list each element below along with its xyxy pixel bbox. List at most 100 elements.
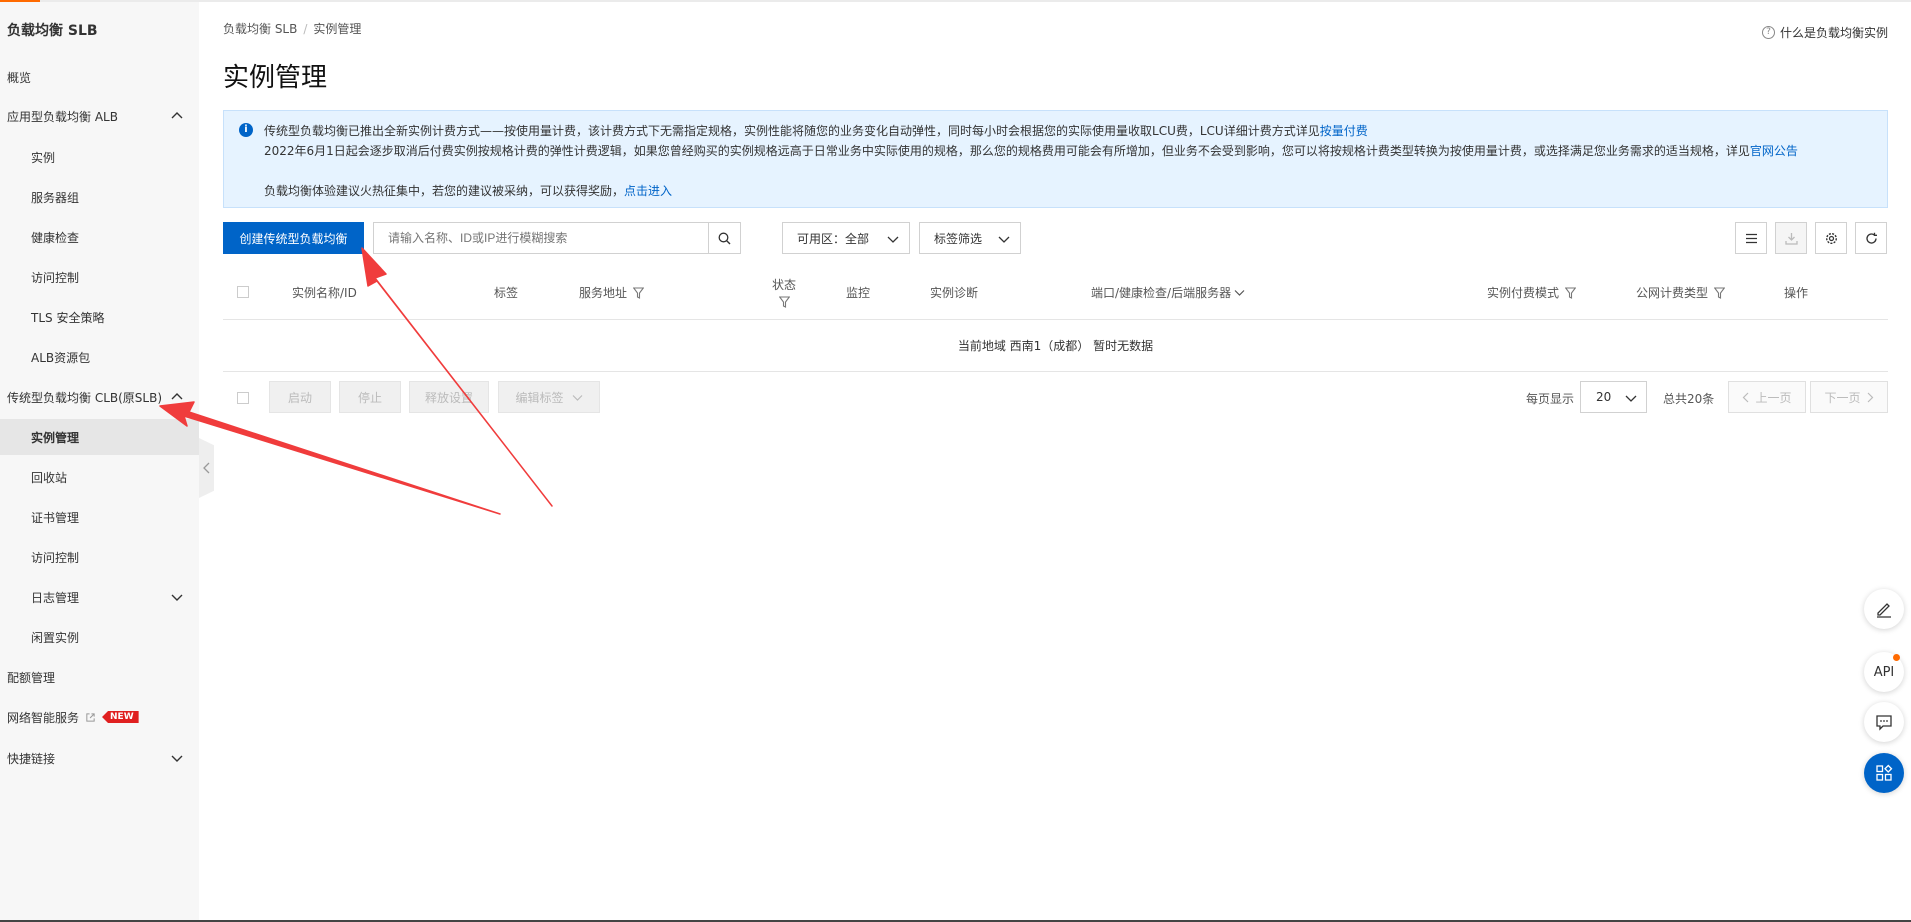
breadcrumb: 负载均衡 SLB / 实例管理 [223, 20, 361, 37]
click-enter-link[interactable]: 点击进入 [624, 184, 672, 198]
list-view-button[interactable] [1735, 222, 1767, 254]
release-settings-button[interactable]: 释放设置 [409, 381, 489, 413]
top-progress-line [0, 0, 1911, 2]
tag-filter-label: 标签筛选 [934, 231, 983, 246]
select-all-checkbox[interactable] [237, 286, 249, 298]
new-badge: NEW [102, 711, 139, 723]
column-actions: 操作 [1784, 284, 1808, 301]
footer-select-all-checkbox[interactable] [237, 392, 249, 404]
chevron-down-icon [572, 394, 582, 401]
breadcrumb-separator: / [303, 22, 308, 36]
chevron-left-icon [203, 462, 210, 474]
refresh-button[interactable] [1855, 222, 1887, 254]
search-box [373, 222, 741, 254]
search-button[interactable] [708, 223, 740, 253]
download-button[interactable] [1775, 222, 1807, 254]
column-label: 实例诊断 [930, 286, 979, 300]
breadcrumb-root[interactable]: 负载均衡 SLB [223, 22, 297, 36]
breadcrumb-current: 实例管理 [313, 22, 362, 36]
pay-as-you-go-link[interactable]: 按量付费 [1320, 124, 1368, 138]
official-announcement-link[interactable]: 官网公告 [1750, 144, 1798, 158]
filter-icon[interactable] [1714, 286, 1726, 299]
create-clb-button[interactable]: 创建传统型负载均衡 [223, 222, 364, 254]
sidebar-item-health-check[interactable]: 健康检查 [0, 219, 199, 255]
sidebar-item-alb-resource-pack[interactable]: ALB资源包 [0, 339, 199, 375]
sidebar-item-label: 日志管理 [31, 590, 80, 605]
sidebar-item-label: 访问控制 [31, 270, 80, 285]
sidebar-item-label: 应用型负载均衡 ALB [7, 109, 118, 124]
table-empty-row: 当前地域 西南1（成都） 暂时无数据 [223, 320, 1888, 372]
help-link-label: 什么是负载均衡实例 [1779, 26, 1888, 40]
sidebar-item-server-groups[interactable]: 服务器组 [0, 179, 199, 215]
tag-filter-select[interactable]: 标签筛选 [919, 222, 1021, 254]
sidebar-item-tls-policy[interactable]: TLS 安全策略 [0, 299, 199, 335]
column-billing-mode: 实例付费模式 [1487, 284, 1577, 301]
sidebar-item-clb-access-control[interactable]: 访问控制 [0, 539, 199, 575]
notification-dot [1893, 654, 1900, 661]
edit-tags-label: 编辑标签 [515, 390, 564, 405]
column-port-health-backend[interactable]: 端口/健康检查/后端服务器 [1091, 284, 1245, 301]
column-diagnosis: 实例诊断 [930, 284, 978, 301]
sidebar-group-alb[interactable]: 应用型负载均衡 ALB [0, 98, 199, 134]
sidebar-collapse-toggle[interactable] [199, 438, 214, 498]
chevron-up-icon [171, 393, 183, 400]
edit-pen-icon [1877, 603, 1891, 618]
sidebar-group-logs[interactable]: 日志管理 [0, 579, 199, 615]
sidebar-group-quick-links[interactable]: 快捷链接 [0, 740, 199, 776]
prev-page-button[interactable]: 上一页 [1728, 381, 1806, 413]
chevron-left-icon [1743, 392, 1749, 402]
sidebar-item-alb-access-control[interactable]: 访问控制 [0, 259, 199, 295]
zone-select[interactable]: 可用区：全部 [782, 222, 910, 254]
sidebar-item-label: 访问控制 [31, 550, 80, 565]
page-title: 实例管理 [223, 63, 328, 93]
table-header: 实例名称/ID 标签 服务地址 状态 监控 实例诊断 端口/健康检查/后端服务器… [223, 264, 1888, 320]
refresh-icon [1865, 232, 1877, 244]
stop-button[interactable]: 停止 [339, 381, 401, 413]
next-page-button[interactable]: 下一页 [1810, 381, 1888, 413]
sidebar-item-label: 快捷链接 [7, 751, 56, 766]
filter-icon[interactable] [1565, 286, 1577, 299]
toolbar: 创建传统型负载均衡 可用区：全部 标签筛选 [223, 222, 1888, 256]
feedback-button[interactable] [1864, 589, 1904, 629]
help-link[interactable]: ? 什么是负载均衡实例 [1761, 24, 1888, 41]
search-icon [718, 232, 731, 244]
sidebar-item-quota[interactable]: 配额管理 [0, 659, 199, 695]
per-page-label: 每页显示 [1526, 392, 1575, 406]
download-icon [1784, 232, 1798, 245]
search-input[interactable] [374, 223, 708, 253]
sidebar-item-network-intelligence[interactable]: 网络智能服务 NEW [0, 699, 199, 735]
edit-tags-button[interactable]: 编辑标签 [498, 381, 600, 413]
settings-button[interactable] [1815, 222, 1847, 254]
sidebar-item-idle-instances[interactable]: 闲置实例 [0, 619, 199, 655]
filter-icon[interactable] [633, 286, 645, 299]
start-button[interactable]: 启动 [269, 381, 331, 413]
notice-text: 2022年6月1日起会逐步取消后付费实例按规格计费的弹性计费逻辑，如果您曾经购买… [264, 144, 1750, 158]
sidebar-item-alb-instances[interactable]: 实例 [0, 139, 199, 175]
filter-icon[interactable] [778, 296, 790, 308]
column-label: 实例付费模式 [1487, 286, 1560, 300]
sidebar-item-instance-management[interactable]: 实例管理 [0, 419, 199, 455]
notice-banner: i 传统型负载均衡已推出全新实例计费方式——按使用量计费，该计费方式下无需指定规… [223, 110, 1888, 208]
sidebar-item-recycle-bin[interactable]: 回收站 [0, 459, 199, 495]
column-tags: 标签 [494, 284, 518, 301]
sidebar-item-label: 服务器组 [31, 190, 80, 205]
next-page-label: 下一页 [1824, 390, 1861, 405]
notice-text: 传统型负载均衡已推出全新实例计费方式——按使用量计费，该计费方式下无需指定规格，… [264, 124, 1320, 138]
api-button[interactable]: API [1864, 652, 1904, 692]
chevron-down-icon [171, 755, 183, 762]
column-label: 实例名称/ID [292, 286, 357, 300]
per-page-select[interactable]: 20 [1580, 381, 1647, 413]
chat-button[interactable] [1864, 702, 1904, 742]
zone-select-label: 可用区：全部 [797, 231, 870, 246]
sidebar-group-clb[interactable]: 传统型负载均衡 CLB(原SLB) [0, 379, 199, 415]
column-label: 公网计费类型 [1636, 286, 1709, 300]
sidebar-item-overview[interactable]: 概览 [0, 59, 199, 95]
apps-button[interactable] [1864, 753, 1904, 793]
column-monitoring: 监控 [846, 284, 870, 301]
sidebar-item-label: 证书管理 [31, 510, 80, 525]
chevron-right-icon [1867, 392, 1873, 402]
sidebar-item-certificates[interactable]: 证书管理 [0, 499, 199, 535]
external-link-icon [86, 712, 95, 722]
column-status: 状态 [772, 276, 796, 308]
sidebar-item-label: 传统型负载均衡 CLB(原SLB) [7, 390, 163, 405]
